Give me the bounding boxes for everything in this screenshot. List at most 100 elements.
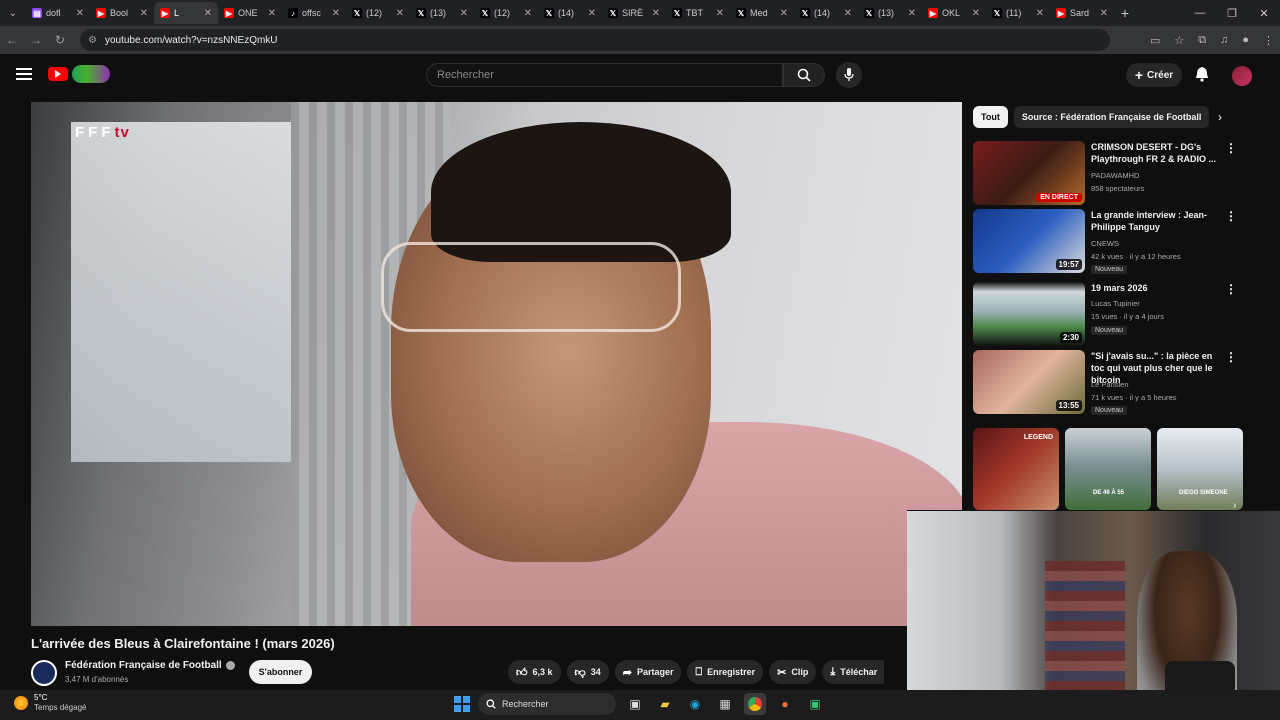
- close-tab-icon[interactable]: ✕: [652, 8, 660, 19]
- browser-tab[interactable]: ▶ Bool ✕: [90, 2, 154, 24]
- more-options-icon[interactable]: ⋮: [1225, 209, 1237, 223]
- tab-search-button[interactable]: ⌄: [0, 0, 26, 26]
- store-icon[interactable]: ▦: [714, 693, 736, 715]
- edge-icon[interactable]: ◉: [684, 693, 706, 715]
- short-item[interactable]: DE 49 À 55: [1065, 428, 1151, 510]
- recommendation-item[interactable]: 19:57 La grande interview : Jean-Philipp…: [973, 209, 1243, 274]
- browser-tab[interactable]: ▶ L ✕: [154, 2, 218, 24]
- firefox-icon[interactable]: ●: [774, 693, 796, 715]
- recommendation-title[interactable]: 19 mars 2026: [1091, 282, 1227, 294]
- weather-widget[interactable]: 5°C Temps dégagé: [14, 693, 86, 713]
- download-button[interactable]: ⤓ Téléchar: [822, 660, 885, 684]
- notifications-button[interactable]: [1195, 66, 1209, 87]
- back-icon[interactable]: ←: [0, 33, 24, 47]
- new-tab-button[interactable]: +: [1114, 5, 1136, 21]
- voice-search-button[interactable]: [836, 62, 862, 88]
- search-input[interactable]: Rechercher: [426, 63, 783, 87]
- profile-icon[interactable]: ●: [1242, 34, 1249, 46]
- browser-tab[interactable]: ▤ dofl ✕: [26, 2, 90, 24]
- browser-tab[interactable]: 𝕏 (13) ✕: [858, 2, 922, 24]
- recommendation-channel[interactable]: Lucas Tupinier: [1091, 299, 1140, 309]
- close-tab-icon[interactable]: ✕: [204, 8, 212, 19]
- youtube-logo[interactable]: [48, 65, 110, 83]
- recommendation-item[interactable]: 13:55 "Si j'avais su..." : la pièce en t…: [973, 350, 1243, 415]
- channel-avatar[interactable]: [31, 660, 57, 686]
- url-field[interactable]: ⚙ youtube.com/watch?v=nzsNNEzQmkU: [80, 29, 1110, 51]
- recommendation-channel[interactable]: Le Parisien: [1091, 380, 1129, 390]
- close-tab-icon[interactable]: ✕: [780, 8, 788, 19]
- cast-icon[interactable]: ▭: [1150, 34, 1160, 47]
- more-options-icon[interactable]: ⋮: [1225, 141, 1237, 155]
- close-tab-icon[interactable]: ✕: [716, 8, 724, 19]
- menu-dots-icon[interactable]: ⋮: [1263, 34, 1274, 47]
- restore-icon[interactable]: ❐: [1216, 7, 1248, 20]
- taskbar-search[interactable]: Rechercher: [478, 693, 616, 715]
- more-options-icon[interactable]: ⋮: [1225, 350, 1237, 364]
- browser-tab[interactable]: ▶ Sard ✕: [1050, 2, 1114, 24]
- windows-start-icon[interactable]: [454, 696, 470, 712]
- chevron-right-icon[interactable]: ›: [1218, 110, 1222, 124]
- create-button[interactable]: + Créer: [1126, 63, 1182, 87]
- site-info-icon[interactable]: ⚙: [88, 35, 97, 46]
- browser-tab[interactable]: 𝕏 (14) ✕: [538, 2, 602, 24]
- video-player[interactable]: [31, 102, 962, 626]
- close-tab-icon[interactable]: ✕: [972, 8, 980, 19]
- recommendation-item[interactable]: 2:30 19 mars 2026 Lucas Tupinier 15 vues…: [973, 282, 1243, 346]
- save-button[interactable]: ⎕ Enregistrer: [687, 660, 764, 684]
- recommendation-channel[interactable]: PADAWAMHD: [1091, 171, 1139, 181]
- subscribe-button[interactable]: S'abonner: [249, 660, 312, 684]
- close-tab-icon[interactable]: ✕: [908, 8, 916, 19]
- browser-tab[interactable]: 𝕏 (11) ✕: [986, 2, 1050, 24]
- bookmark-star-icon[interactable]: ☆: [1174, 34, 1184, 47]
- browser-tab[interactable]: 𝕏 (14) ✕: [794, 2, 858, 24]
- minimize-icon[interactable]: —: [1184, 7, 1216, 19]
- recommendation-channel[interactable]: CNEWS: [1091, 239, 1119, 249]
- share-button[interactable]: ➦ Partager: [614, 660, 682, 684]
- close-tab-icon[interactable]: ✕: [76, 8, 84, 19]
- chrome-icon[interactable]: [744, 693, 766, 715]
- browser-tab[interactable]: ♪ offsc ✕: [282, 2, 346, 24]
- browser-tab[interactable]: ▶ ONE ✕: [218, 2, 282, 24]
- app-icon[interactable]: ▣: [804, 693, 826, 715]
- search-button[interactable]: [783, 63, 825, 87]
- close-tab-icon[interactable]: ✕: [524, 8, 532, 19]
- recommendation-title[interactable]: CRIMSON DESERT - DG's Playthrough FR 2 &…: [1091, 141, 1227, 165]
- close-tab-icon[interactable]: ✕: [332, 8, 340, 19]
- clip-button[interactable]: ✂ Clip: [769, 660, 817, 684]
- dislike-button[interactable]: 👎︎ 34: [566, 660, 609, 684]
- browser-tab[interactable]: 𝕏 (13) ✕: [410, 2, 474, 24]
- forward-icon[interactable]: →: [24, 33, 48, 47]
- recommendation-item[interactable]: EN DIRECT CRIMSON DESERT - DG's Playthro…: [973, 141, 1243, 205]
- browser-tab[interactable]: 𝕏 (12) ✕: [474, 2, 538, 24]
- close-tab-icon[interactable]: ✕: [268, 8, 276, 19]
- media-icon[interactable]: ♫: [1220, 34, 1228, 46]
- chip-all[interactable]: Tout: [973, 106, 1008, 128]
- close-window-icon[interactable]: ✕: [1248, 7, 1280, 20]
- browser-tab[interactable]: 𝕏 SIRÈ ✕: [602, 2, 666, 24]
- browser-tab[interactable]: ▶ OKL ✕: [922, 2, 986, 24]
- chip-source[interactable]: Source : Fédération Française de Footbal…: [1013, 106, 1210, 128]
- close-tab-icon[interactable]: ✕: [844, 8, 852, 19]
- like-button[interactable]: 👍︎ 6,3 k: [508, 660, 561, 684]
- close-tab-icon[interactable]: ✕: [1100, 8, 1108, 19]
- close-tab-icon[interactable]: ✕: [1036, 8, 1044, 19]
- extensions-icon[interactable]: ⧉: [1198, 34, 1206, 47]
- recommendation-title[interactable]: La grande interview : Jean-Philippe Tang…: [1091, 209, 1227, 233]
- recommendation-thumbnail[interactable]: 19:57: [973, 209, 1085, 273]
- close-tab-icon[interactable]: ✕: [588, 8, 596, 19]
- browser-tab[interactable]: 𝕏 (12) ✕: [346, 2, 410, 24]
- more-options-icon[interactable]: ⋮: [1225, 282, 1237, 296]
- recommendation-thumbnail[interactable]: 2:30: [973, 282, 1085, 346]
- recommendation-thumbnail[interactable]: 13:55: [973, 350, 1085, 414]
- recommendation-thumbnail[interactable]: EN DIRECT: [973, 141, 1085, 205]
- short-item[interactable]: LEGEND: [973, 428, 1059, 510]
- channel-name-link[interactable]: Fédération Française de Football: [65, 660, 235, 671]
- close-tab-icon[interactable]: ✕: [460, 8, 468, 19]
- close-tab-icon[interactable]: ✕: [396, 8, 404, 19]
- browser-tab[interactable]: 𝕏 TBT ✕: [666, 2, 730, 24]
- file-explorer-icon[interactable]: ▰: [654, 693, 676, 715]
- close-tab-icon[interactable]: ✕: [140, 8, 148, 19]
- account-avatar[interactable]: [1232, 66, 1252, 86]
- reload-icon[interactable]: ↻: [48, 33, 72, 47]
- browser-tab[interactable]: 𝕏 Med ✕: [730, 2, 794, 24]
